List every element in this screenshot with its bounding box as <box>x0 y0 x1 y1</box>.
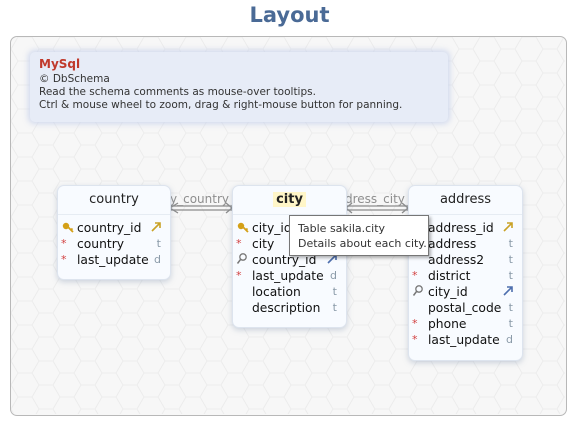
column-name: address <box>428 237 477 251</box>
fk-arrow-icon <box>151 220 161 237</box>
column-row[interactable]: * last_update d <box>409 332 522 348</box>
column-type: d <box>506 333 513 346</box>
not-null-mark: * <box>236 237 242 250</box>
not-null-mark: * <box>412 333 418 346</box>
fk-arrow-icon <box>503 220 513 237</box>
table-title-city: city <box>273 192 306 207</box>
column-name: district <box>428 269 471 283</box>
not-null-mark: * <box>412 317 418 330</box>
column-name: location <box>252 285 301 299</box>
table-country[interactable]: country country_id * country t * last_up… <box>57 185 171 280</box>
foreign-key-search-icon <box>412 284 426 300</box>
note-line-tooltips: Read the schema comments as mouse-over t… <box>39 86 316 98</box>
column-type: t <box>332 285 337 298</box>
note-brand: MySql <box>39 57 81 71</box>
column-row[interactable]: * country t <box>58 236 170 252</box>
tooltip-title: Table sakila.city <box>298 222 386 235</box>
not-null-mark: * <box>61 253 67 266</box>
tooltip-description: Details about each city. <box>298 237 427 250</box>
page-title: Layout <box>249 3 330 27</box>
column-row[interactable]: * last_update d <box>58 252 170 268</box>
column-type: d <box>154 253 161 266</box>
column-name: address2 <box>428 253 485 267</box>
column-row[interactable]: * last_update d <box>233 268 346 284</box>
table-city[interactable]: city city_id * city country_id * last_up… <box>232 185 347 328</box>
note-line-copyright: © DbSchema <box>39 73 110 85</box>
primary-key-icon <box>61 220 75 236</box>
column-name: last_update <box>252 269 324 283</box>
column-row[interactable]: city_id <box>409 284 522 300</box>
column-type: t <box>508 253 513 266</box>
column-row[interactable]: * phone t <box>409 316 522 332</box>
not-null-mark: * <box>236 269 242 282</box>
column-type: t <box>508 269 513 282</box>
table-header-city[interactable]: city <box>233 186 346 215</box>
connection-label-country[interactable]: y_country <box>170 192 229 206</box>
column-name: city_id <box>252 221 292 235</box>
column-name: postal_code <box>428 301 502 315</box>
column-row[interactable]: postal_code t <box>409 300 522 316</box>
column-type: t <box>508 301 513 314</box>
table-header-country[interactable]: country <box>58 186 170 215</box>
column-name: city <box>252 237 275 251</box>
column-type: t <box>156 237 161 250</box>
column-row[interactable]: location t <box>233 284 346 300</box>
connection-label-city[interactable]: dress_city <box>345 192 405 206</box>
column-name: phone <box>428 317 467 331</box>
schema-note[interactable]: MySql © DbSchema Read the schema comment… <box>30 52 448 122</box>
column-name: country_id <box>77 221 142 235</box>
column-type: t <box>508 317 513 330</box>
column-name: city_id <box>428 285 468 299</box>
column-type: d <box>330 269 337 282</box>
not-null-mark: * <box>61 237 67 250</box>
fk-arrow-blue-icon <box>503 284 513 301</box>
column-name: address_id <box>428 221 494 235</box>
column-type: t <box>508 237 513 250</box>
column-row[interactable]: country_id <box>58 220 170 236</box>
note-line-zoom: Ctrl & mouse wheel to zoom, drag & right… <box>39 99 403 111</box>
primary-key-icon <box>236 220 250 236</box>
column-name: last_update <box>77 253 149 267</box>
column-name: last_update <box>428 333 500 347</box>
column-row[interactable]: description t <box>233 300 346 316</box>
table-address[interactable]: address address_id address t address2 t … <box>408 185 523 361</box>
column-type: t <box>332 301 337 314</box>
column-row[interactable]: * district t <box>409 268 522 284</box>
foreign-key-search-icon <box>236 252 250 268</box>
column-name: description <box>252 301 321 315</box>
column-name: country <box>77 237 125 251</box>
table-tooltip: Table sakila.city Details about each cit… <box>289 215 429 256</box>
not-null-mark: * <box>412 269 418 282</box>
table-header-address[interactable]: address <box>409 186 522 215</box>
